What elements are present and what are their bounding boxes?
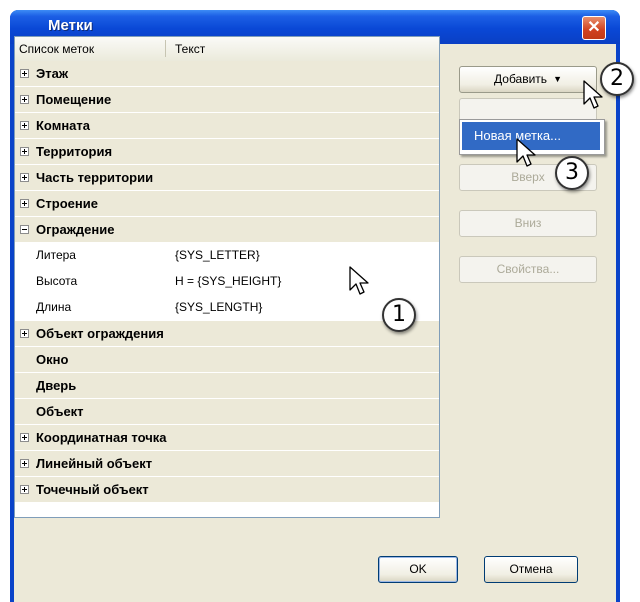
tree-category-row[interactable]: Дверь	[15, 373, 439, 399]
tree-category-row[interactable]: Объект ограждения	[15, 321, 439, 347]
cancel-button[interactable]: Отмена	[484, 556, 578, 583]
dropdown-arrow-icon: ▼	[553, 74, 562, 84]
tree-child-row[interactable]: Литера {SYS_LETTER}	[15, 243, 439, 269]
expand-plus-icon[interactable]	[20, 69, 29, 78]
label-text-value: H = {SYS_HEIGHT}	[175, 274, 282, 288]
category-label: Объект ограждения	[36, 326, 164, 341]
callout-1: 1	[382, 298, 416, 332]
tree-category-row[interactable]: Точечный объект	[15, 477, 439, 503]
expand-plus-icon[interactable]	[20, 147, 29, 156]
tree-category-row[interactable]: Часть территории	[15, 165, 439, 191]
expand-plus-icon[interactable]	[20, 199, 29, 208]
down-button[interactable]: Вниз	[459, 210, 597, 237]
ok-button[interactable]: OK	[378, 556, 458, 583]
expand-plus-icon[interactable]	[20, 459, 29, 468]
tree-category-row[interactable]: Ограждение	[15, 217, 439, 243]
up-button-label: Вверх	[511, 170, 545, 184]
label-name: Высота	[36, 274, 78, 288]
category-label: Координатная точка	[36, 430, 167, 445]
window-title: Метки	[48, 17, 93, 34]
category-label: Этаж	[36, 66, 69, 81]
properties-button[interactable]: Свойства...	[459, 256, 597, 283]
tree-category-row[interactable]: Объект	[15, 399, 439, 425]
label-name: Длина	[36, 300, 72, 314]
label-text-value: {SYS_LETTER}	[175, 248, 260, 262]
expand-plus-icon[interactable]	[20, 329, 29, 338]
label-text-value: {SYS_LENGTH}	[175, 300, 263, 314]
tree-category-row[interactable]: Линейный объект	[15, 451, 439, 477]
callout-3: 3	[555, 156, 589, 190]
column-header-text[interactable]: Текст	[175, 42, 205, 56]
expand-plus-icon[interactable]	[20, 485, 29, 494]
tree-category-row[interactable]: Окно	[15, 347, 439, 373]
category-label: Окно	[36, 352, 69, 367]
add-button-label: Добавить	[494, 72, 548, 86]
label-name: Литера	[36, 248, 76, 262]
tree-category-row[interactable]: Этаж	[15, 61, 439, 87]
tree-category-row[interactable]: Строение	[15, 191, 439, 217]
labels-tree-list[interactable]: Список меток Текст Этаж Помещение Комната Т…	[14, 36, 440, 518]
tree-child-row[interactable]: Длина {SYS_LENGTH}	[15, 295, 439, 321]
category-label: Комната	[36, 118, 90, 133]
column-header-labels[interactable]: Список меток	[19, 42, 94, 56]
category-label: Объект	[36, 404, 84, 419]
expand-plus-icon[interactable]	[20, 173, 29, 182]
category-label: Часть территории	[36, 170, 154, 185]
tree-category-row[interactable]: Комната	[15, 113, 439, 139]
tree-category-row[interactable]: Координатная точка	[15, 425, 439, 451]
category-label: Строение	[36, 196, 98, 211]
callout-2: 2	[600, 62, 634, 96]
expand-plus-icon[interactable]	[20, 121, 29, 130]
category-label: Ограждение	[36, 222, 115, 237]
category-label: Территория	[36, 144, 113, 159]
close-icon: ✕	[587, 19, 601, 36]
tree-category-row[interactable]: Территория	[15, 139, 439, 165]
cursor-pointer-icon	[516, 138, 536, 167]
properties-button-label: Свойства...	[496, 262, 560, 276]
category-label: Точечный объект	[36, 482, 149, 497]
tree-child-row[interactable]: Высота H = {SYS_HEIGHT}	[15, 269, 439, 295]
expand-plus-icon[interactable]	[20, 95, 29, 104]
add-button[interactable]: Добавить ▼	[459, 66, 597, 93]
category-label: Линейный объект	[36, 456, 153, 471]
tree-category-row[interactable]: Помещение	[15, 87, 439, 113]
category-label: Помещение	[36, 92, 112, 107]
tree-header: Список меток Текст	[15, 37, 439, 62]
cursor-pointer-icon	[349, 266, 369, 295]
collapse-minus-icon[interactable]	[20, 225, 29, 234]
down-button-label: Вниз	[514, 216, 542, 230]
column-separator[interactable]	[165, 40, 166, 57]
category-label: Дверь	[36, 378, 77, 393]
expand-plus-icon[interactable]	[20, 433, 29, 442]
close-button[interactable]: ✕	[582, 16, 606, 40]
